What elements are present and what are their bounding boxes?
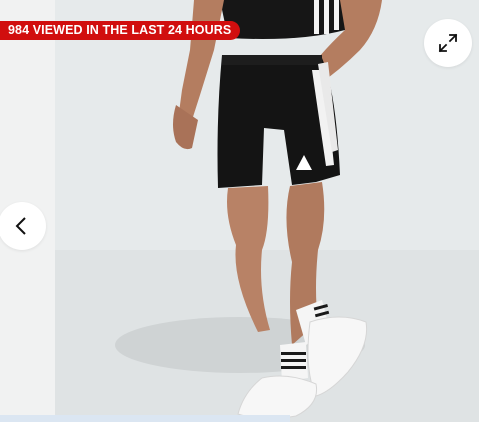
- previous-image-button[interactable]: [0, 202, 46, 250]
- views-badge-text: 984 VIEWED IN THE LAST 24 HOURS: [8, 23, 232, 37]
- sock-left-stripe-3: [281, 366, 306, 369]
- shirt-stripe-3: [334, 0, 339, 30]
- views-badge: 984 VIEWED IN THE LAST 24 HOURS: [0, 21, 241, 40]
- expand-arrows-icon: [438, 33, 458, 53]
- bottom-selection-strip: [0, 415, 290, 422]
- sock-left-stripe-2: [281, 359, 306, 362]
- product-image-viewer: 984 VIEWED IN THE LAST 24 HOURS: [0, 0, 479, 422]
- product-photo[interactable]: [0, 0, 479, 422]
- shirt-stripe-1: [314, 0, 319, 34]
- shirt-stripe-2: [324, 0, 329, 34]
- chevron-left-icon: [15, 217, 26, 235]
- shorts-waistband: [222, 55, 322, 65]
- expand-image-button[interactable]: [424, 19, 472, 67]
- sock-left-stripe-1: [281, 352, 306, 355]
